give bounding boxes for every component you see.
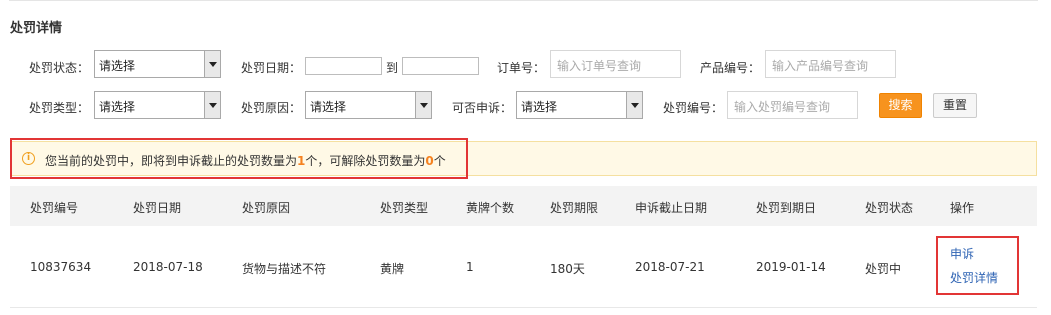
date-start-input[interactable] bbox=[305, 57, 382, 75]
cell-period: 180天 bbox=[550, 262, 585, 276]
product-search-input[interactable]: 输入产品编号查询 bbox=[765, 50, 896, 78]
type-select[interactable]: 请选择 bbox=[94, 91, 221, 119]
appeal-select-value: 请选择 bbox=[521, 100, 558, 114]
cell-expiry: 2019-01-14 bbox=[756, 260, 826, 274]
order-search-input[interactable]: 输入订单号查询 bbox=[550, 50, 681, 78]
reason-select[interactable]: 请选择 bbox=[305, 91, 432, 119]
cell-penalty-no: 10837634 bbox=[30, 260, 92, 274]
cell-date: 2018-07-18 bbox=[133, 260, 203, 274]
chevron-down-icon[interactable] bbox=[204, 51, 220, 77]
th-yellow-cards: 黄牌个数 bbox=[466, 201, 515, 215]
th-date: 处罚日期 bbox=[133, 201, 182, 215]
th-appeal-deadline: 申诉截止日期 bbox=[635, 201, 708, 215]
th-type: 处罚类型 bbox=[380, 201, 429, 215]
cell-reason: 货物与描述不符 bbox=[242, 262, 327, 276]
top-divider bbox=[9, 0, 1038, 1]
actions-highlight-box bbox=[936, 236, 1019, 295]
penalty-no-label: 处罚编号： bbox=[663, 101, 724, 115]
type-label: 处罚类型： bbox=[29, 101, 90, 115]
cell-type: 黄牌 bbox=[380, 262, 405, 276]
status-label: 处罚状态： bbox=[29, 61, 90, 75]
th-status: 处罚状态 bbox=[865, 201, 914, 215]
reason-label: 处罚原因： bbox=[241, 101, 302, 115]
order-label: 订单号： bbox=[497, 61, 546, 75]
th-expiry: 处罚到期日 bbox=[756, 201, 817, 215]
cell-status: 处罚中 bbox=[865, 262, 902, 276]
appeal-select[interactable]: 请选择 bbox=[516, 91, 643, 119]
chevron-down-icon[interactable] bbox=[415, 92, 431, 118]
cell-appeal-deadline: 2018-07-21 bbox=[635, 260, 705, 274]
reason-select-value: 请选择 bbox=[310, 100, 347, 114]
notice-highlight-box bbox=[10, 138, 468, 179]
th-period: 处罚期限 bbox=[550, 201, 599, 215]
product-label: 产品编号： bbox=[700, 61, 761, 75]
date-to-label: 到 bbox=[386, 61, 399, 75]
th-actions: 操作 bbox=[950, 201, 975, 215]
search-button[interactable]: 搜索 bbox=[879, 93, 922, 118]
status-select-value: 请选择 bbox=[99, 59, 136, 73]
chevron-down-icon[interactable] bbox=[626, 92, 642, 118]
reset-button[interactable]: 重置 bbox=[933, 93, 977, 118]
type-select-value: 请选择 bbox=[99, 100, 136, 114]
penalty-no-search-input[interactable]: 输入处罚编号查询 bbox=[727, 91, 858, 119]
th-penalty-no: 处罚编号 bbox=[30, 201, 79, 215]
cell-yellow-cards: 1 bbox=[466, 260, 474, 274]
table-header: 处罚编号 处罚日期 处罚原因 处罚类型 黄牌个数 处罚期限 申诉截止日期 处罚到… bbox=[10, 186, 1037, 226]
row-divider bbox=[10, 307, 1037, 308]
date-end-input[interactable] bbox=[402, 57, 479, 75]
page-title: 处罚详情 bbox=[10, 21, 63, 36]
date-label: 处罚日期： bbox=[241, 61, 302, 75]
appeal-label: 可否申诉： bbox=[452, 101, 513, 115]
th-reason: 处罚原因 bbox=[242, 201, 291, 215]
status-select[interactable]: 请选择 bbox=[94, 50, 221, 78]
chevron-down-icon[interactable] bbox=[204, 92, 220, 118]
